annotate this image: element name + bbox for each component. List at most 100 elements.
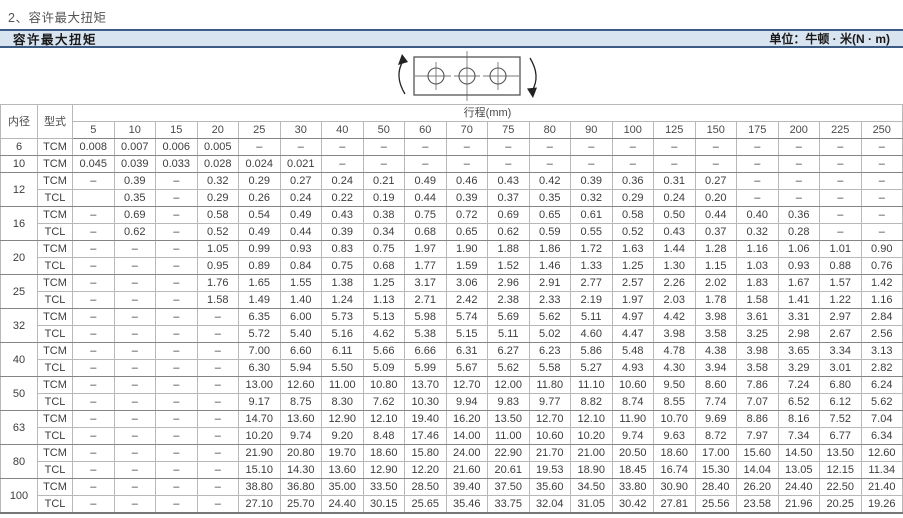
- torque-value-cell: 0.039: [114, 156, 156, 173]
- torque-value-cell: 7.52: [820, 411, 862, 428]
- torque-value-cell: –: [73, 275, 115, 292]
- torque-value-cell: 10.60: [529, 428, 571, 445]
- torque-value-cell: –: [73, 445, 115, 462]
- torque-value-cell: –: [156, 394, 198, 411]
- torque-value-cell: 6.31: [446, 343, 488, 360]
- torque-value-cell: 0.35: [529, 190, 571, 207]
- torque-value-cell: 1.67: [778, 275, 820, 292]
- torque-value-cell: 17.00: [695, 445, 737, 462]
- torque-value-cell: 12.00: [488, 377, 530, 394]
- torque-value-cell: –: [446, 139, 488, 156]
- torque-value-cell: 10.30: [405, 394, 447, 411]
- torque-value-cell: –: [114, 241, 156, 258]
- torque-value-cell: 9.74: [280, 428, 322, 445]
- torque-value-cell: 0.29: [197, 190, 239, 207]
- torque-value-cell: 0.24: [280, 190, 322, 207]
- torque-value-cell: 2.77: [571, 275, 613, 292]
- torque-value-cell: 5.02: [529, 326, 571, 343]
- torque-value-cell: 0.43: [488, 173, 530, 190]
- torque-value-cell: 2.56: [861, 326, 903, 343]
- torque-value-cell: 7.07: [737, 394, 779, 411]
- torque-value-cell: 27.10: [239, 496, 281, 514]
- torque-value-cell: 14.50: [778, 445, 820, 462]
- torque-value-cell: 3.31: [778, 309, 820, 326]
- torque-value-cell: –: [73, 360, 115, 377]
- torque-value-cell: 34.50: [571, 479, 613, 496]
- torque-value-cell: –: [73, 207, 115, 224]
- torque-value-cell: 6.35: [239, 309, 281, 326]
- torque-value-cell: 0.36: [612, 173, 654, 190]
- torque-value-cell: 9.20: [322, 428, 364, 445]
- torque-value-cell: 0.88: [820, 258, 862, 275]
- torque-value-cell: –: [73, 377, 115, 394]
- table-body: 6TCM0.0080.0070.0060.005––––––––––––––––…: [1, 139, 903, 514]
- torque-value-cell: 0.75: [322, 258, 364, 275]
- type-cell: TCM: [38, 377, 73, 394]
- torque-value-cell: 16.74: [654, 462, 696, 479]
- torque-value-cell: 8.82: [571, 394, 613, 411]
- table-header-row-2: 5101520253040506070758090100125150175200…: [1, 122, 903, 139]
- torque-value-cell: 7.04: [861, 411, 903, 428]
- torque-value-cell: 2.96: [488, 275, 530, 292]
- torque-value-cell: 2.84: [861, 309, 903, 326]
- torque-value-cell: –: [197, 394, 239, 411]
- stroke-span-header: 行程(mm): [73, 105, 903, 122]
- table-row: TCL––––10.209.749.208.4817.4614.0011.001…: [1, 428, 903, 445]
- torque-value-cell: –: [114, 326, 156, 343]
- torque-value-cell: 4.60: [571, 326, 613, 343]
- torque-value-cell: 1.65: [239, 275, 281, 292]
- torque-value-cell: 1.58: [197, 292, 239, 309]
- torque-value-cell: 9.94: [446, 394, 488, 411]
- torque-value-cell: 5.67: [446, 360, 488, 377]
- torque-value-cell: 1.25: [612, 258, 654, 275]
- bore-cell: 32: [1, 309, 38, 343]
- torque-value-cell: 12.60: [280, 377, 322, 394]
- torque-value-cell: –: [197, 496, 239, 514]
- table-row: TCL––––5.725.405.164.625.385.155.115.024…: [1, 326, 903, 343]
- torque-value-cell: 3.94: [695, 360, 737, 377]
- torque-value-cell: 1.24: [322, 292, 364, 309]
- torque-value-cell: 5.62: [861, 394, 903, 411]
- torque-value-cell: –: [488, 139, 530, 156]
- torque-value-cell: –: [156, 309, 198, 326]
- bore-cell: 80: [1, 445, 38, 479]
- torque-value-cell: –: [778, 173, 820, 190]
- torque-value-cell: 15.60: [737, 445, 779, 462]
- table-row: TCL–––1.581.491.401.241.132.712.422.382.…: [1, 292, 903, 309]
- torque-value-cell: 12.70: [529, 411, 571, 428]
- torque-value-cell: 14.30: [280, 462, 322, 479]
- torque-value-cell: –: [529, 139, 571, 156]
- torque-value-cell: 25.70: [280, 496, 322, 514]
- torque-value-cell: 24.40: [322, 496, 364, 514]
- torque-value-cell: –: [114, 411, 156, 428]
- torque-value-cell: 1.40: [280, 292, 322, 309]
- stroke-col-header: 40: [322, 122, 364, 139]
- torque-value-cell: –: [820, 173, 862, 190]
- stroke-col-header: 70: [446, 122, 488, 139]
- torque-value-cell: 1.28: [695, 241, 737, 258]
- torque-value-cell: 5.58: [529, 360, 571, 377]
- torque-value-cell: 11.10: [571, 377, 613, 394]
- torque-value-cell: 3.98: [654, 326, 696, 343]
- stroke-col-header: 225: [820, 122, 862, 139]
- torque-value-cell: 0.72: [446, 207, 488, 224]
- torque-value-cell: 5.15: [446, 326, 488, 343]
- torque-value-cell: 5.09: [363, 360, 405, 377]
- torque-value-cell: 38.80: [239, 479, 281, 496]
- torque-value-cell: 19.40: [405, 411, 447, 428]
- torque-value-cell: 4.97: [612, 309, 654, 326]
- stroke-col-header: 200: [778, 122, 820, 139]
- torque-value-cell: –: [737, 156, 779, 173]
- cylinder-torque-diagram-icon: [384, 49, 556, 103]
- torque-value-cell: –: [654, 139, 696, 156]
- torque-value-cell: 0.21: [363, 173, 405, 190]
- torque-value-cell: 0.58: [612, 207, 654, 224]
- torque-value-cell: 0.39: [446, 190, 488, 207]
- torque-value-cell: 0.20: [695, 190, 737, 207]
- torque-value-cell: 32.04: [529, 496, 571, 514]
- torque-value-cell: –: [280, 139, 322, 156]
- torque-value-cell: 13.05: [778, 462, 820, 479]
- torque-value-cell: 0.44: [695, 207, 737, 224]
- torque-value-cell: 1.30: [654, 258, 696, 275]
- torque-value-cell: 0.40: [737, 207, 779, 224]
